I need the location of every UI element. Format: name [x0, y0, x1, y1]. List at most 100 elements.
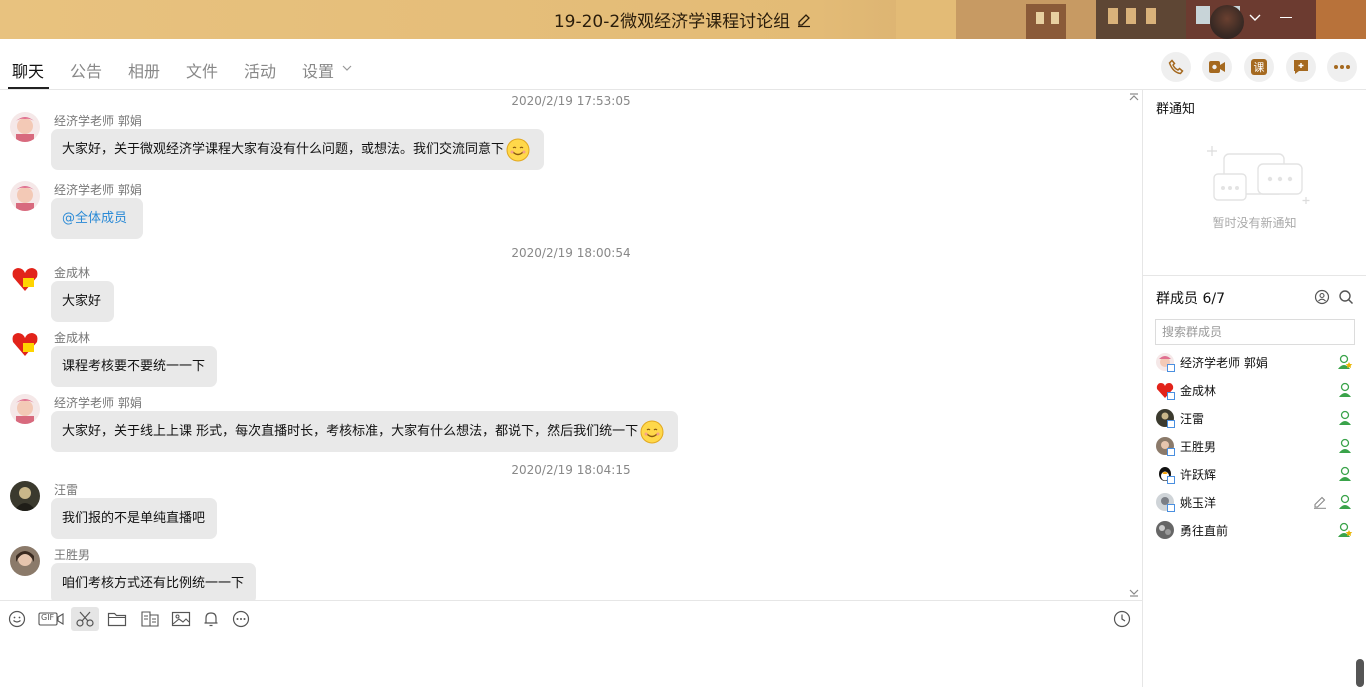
member-icon — [1339, 466, 1351, 481]
emoji-icon — [8, 610, 26, 628]
message-sender: 汪雷 — [54, 483, 79, 497]
class-button[interactable]: 课 — [1244, 52, 1274, 82]
message-bubble[interactable]: 咱们考核方式还有比例统一一下 — [51, 563, 256, 600]
video-call-button[interactable] — [1202, 52, 1232, 82]
screenshot-button[interactable] — [71, 607, 99, 631]
message-sender: 王胜男 — [54, 548, 91, 562]
more-tools-button[interactable] — [227, 607, 255, 631]
message-text: 咱们考核方式还有比例统一一下 — [62, 576, 245, 591]
edit-icon[interactable] — [1313, 495, 1327, 509]
voice-call-button[interactable] — [1161, 52, 1191, 82]
message-sender: 经济学老师 郭娟 — [54, 114, 142, 128]
member-item[interactable]: 王胜男 — [1143, 432, 1366, 460]
timestamp: 2020/2/19 17:53:05 — [511, 94, 631, 108]
folder-icon — [107, 612, 127, 627]
emoji-button[interactable] — [3, 607, 31, 631]
add-comment-button[interactable] — [1286, 52, 1316, 82]
member-item[interactable]: 姚玉洋 — [1143, 488, 1366, 516]
message-text: 我们报的不是单纯直播吧 — [62, 511, 206, 526]
message-bubble[interactable]: 大家好，关于微观经济学课程大家有没有什么问题，或想法。我们交流同意下 — [51, 129, 544, 170]
member-name: 汪雷 — [1180, 412, 1205, 426]
avatar[interactable] — [10, 394, 40, 424]
member-item[interactable]: 金成林 — [1143, 376, 1366, 404]
tab-chat[interactable]: 聊天 — [12, 58, 44, 82]
title-container: 19-20-2微观经济学课程讨论组 — [0, 0, 1366, 39]
tab-files[interactable]: 文件 — [186, 58, 218, 82]
message-text: 大家好 — [62, 294, 102, 309]
avatar[interactable] — [10, 481, 40, 511]
device-badge-icon — [1167, 392, 1175, 400]
member-name: 勇往直前 — [1180, 524, 1229, 538]
message-sender: 经济学老师 郭娟 — [54, 396, 142, 410]
avatar — [1156, 521, 1174, 539]
device-badge-icon — [1167, 504, 1175, 512]
member-item[interactable]: 汪雷 — [1143, 404, 1366, 432]
chevron-down-icon[interactable] — [1248, 10, 1262, 24]
message-bubble[interactable]: 大家好，关于线上上课 形式，每次直播时长，考核标准，大家有什么想法，都说下，然后… — [51, 411, 678, 452]
member-item[interactable]: 勇往直前 — [1143, 516, 1366, 544]
message-bubble[interactable]: 大家好 — [51, 281, 114, 322]
edit-title-icon[interactable] — [796, 12, 812, 28]
scroll-down-icon[interactable] — [1128, 588, 1140, 598]
message-text: 课程考核要不要统一一下 — [62, 359, 206, 374]
notice-title: 群通知 — [1156, 102, 1196, 117]
smile-emoji-icon — [640, 420, 664, 443]
history-clock-icon — [1113, 610, 1131, 628]
tab-album[interactable]: 相册 — [128, 58, 160, 82]
more-icon — [1334, 65, 1350, 69]
member-item[interactable]: 经济学老师 郭娟 — [1143, 348, 1366, 376]
owner-icon — [1338, 522, 1353, 537]
right-panel-divider — [1143, 275, 1366, 276]
member-name: 王胜男 — [1180, 440, 1217, 454]
message-bubble[interactable]: 课程考核要不要统一一下 — [51, 346, 217, 387]
screenshot-scissors-icon — [76, 611, 94, 627]
message-input[interactable] — [0, 637, 1142, 687]
member-search-input[interactable] — [1155, 319, 1355, 345]
avatar[interactable] — [10, 264, 40, 294]
more-button[interactable] — [1327, 52, 1357, 82]
message-text: 大家好，关于微观经济学课程大家有没有什么问题，或想法。我们交流同意下 — [62, 142, 505, 157]
device-badge-icon — [1167, 448, 1175, 456]
owner-icon — [1338, 354, 1353, 369]
bell-icon — [204, 612, 218, 627]
invite-member-icon[interactable] — [1314, 289, 1330, 305]
chat-history[interactable]: 2020/2/19 17:53:05 经济学老师 郭娟 大家好，关于微观经济学课… — [0, 90, 1142, 600]
folder-button[interactable] — [103, 607, 131, 631]
smile-emoji-icon — [506, 138, 530, 161]
search-icon[interactable] — [1338, 289, 1354, 305]
member-name: 经济学老师 郭娟 — [1180, 356, 1268, 370]
input-toolbar: GIF — [0, 601, 1142, 637]
avatar[interactable] — [10, 329, 40, 359]
message-text: 大家好，关于线上上课 形式，每次直播时长，考核标准，大家有什么想法，都说下，然后… — [62, 424, 639, 439]
device-badge-icon — [1167, 476, 1175, 484]
member-icon — [1339, 382, 1351, 397]
member-item[interactable]: 许跃辉 — [1143, 460, 1366, 488]
message-sender: 金成林 — [54, 266, 91, 280]
video-call-icon — [1209, 61, 1225, 73]
more-circle-icon — [232, 610, 250, 628]
tab-activities[interactable]: 活动 — [244, 58, 276, 82]
image-button[interactable] — [167, 607, 195, 631]
minimize-button[interactable] — [1280, 17, 1292, 18]
mention-all-link[interactable]: @全体成员 — [62, 209, 127, 228]
settings-chevron-icon[interactable] — [342, 63, 352, 73]
member-icon — [1339, 410, 1351, 425]
member-icon — [1339, 494, 1351, 509]
window-title: 19-20-2微观经济学课程讨论组 — [553, 12, 791, 32]
history-button[interactable] — [1108, 607, 1136, 631]
avatar[interactable] — [10, 546, 40, 576]
doc-button[interactable] — [136, 607, 164, 631]
avatar[interactable] — [10, 112, 40, 142]
message-bubble[interactable]: 我们报的不是单纯直播吧 — [51, 498, 217, 539]
message-sender: 经济学老师 郭娟 — [54, 183, 142, 197]
gif-button[interactable]: GIF — [36, 607, 66, 631]
user-avatar[interactable] — [1210, 5, 1244, 39]
avatar[interactable] — [10, 181, 40, 211]
tab-settings[interactable]: 设置 — [302, 58, 334, 82]
tab-announcement[interactable]: 公告 — [70, 58, 102, 82]
scrollbar[interactable] — [1356, 659, 1364, 687]
message-bubble[interactable]: @全体成员 — [51, 198, 143, 239]
bell-button[interactable] — [197, 607, 225, 631]
tab-bar: 聊天 公告 相册 文件 活动 设置 课 — [0, 39, 1366, 90]
device-badge-icon — [1167, 364, 1175, 372]
